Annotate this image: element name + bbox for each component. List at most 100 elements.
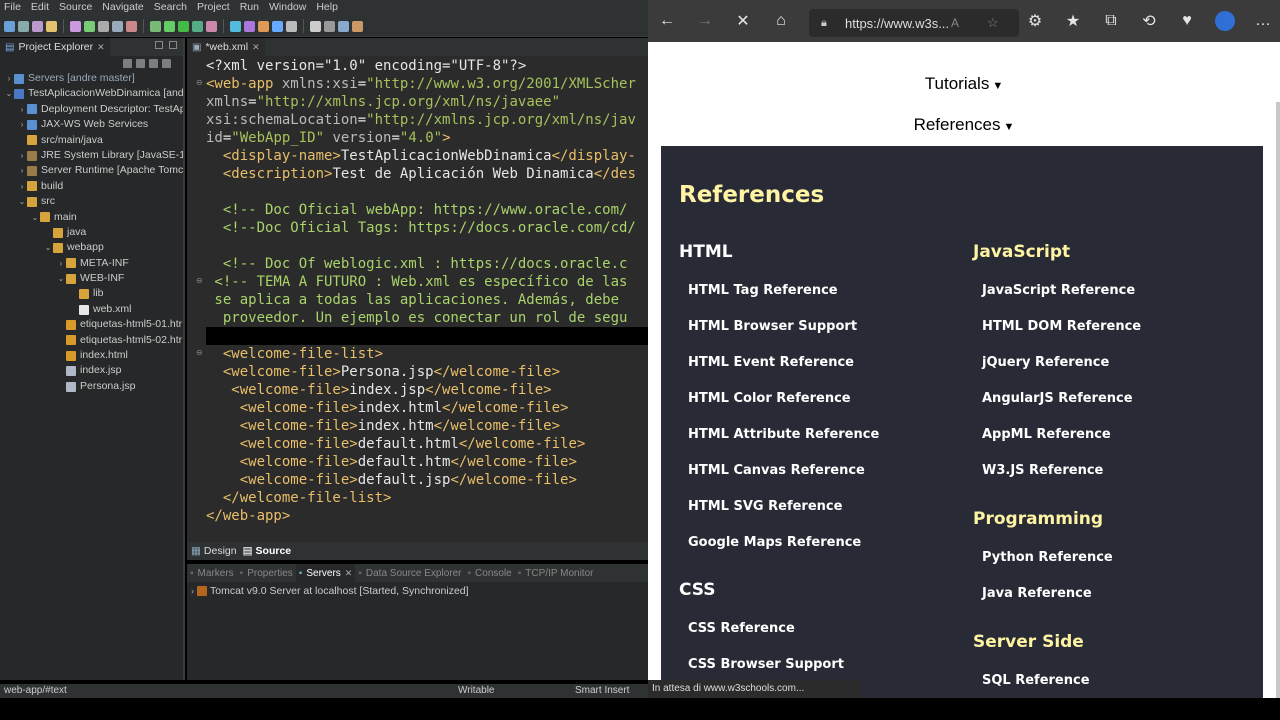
- scrollbar[interactable]: [1276, 102, 1280, 698]
- toolbar-button-icon[interactable]: [206, 20, 217, 32]
- tree-item[interactable]: etiquetas-html5-01.htr: [0, 317, 183, 332]
- minimize-icon[interactable]: [155, 41, 163, 49]
- toolbar-button-icon[interactable]: [272, 20, 283, 32]
- toolbar-button-icon[interactable]: [258, 20, 269, 32]
- expand-arrow-icon[interactable]: ›: [17, 148, 27, 163]
- expand-arrow-icon[interactable]: ›: [17, 179, 27, 194]
- server-row[interactable]: › Tomcat v9.0 Server at localhost [Start…: [187, 582, 648, 597]
- menu-item-help[interactable]: Help: [312, 0, 344, 16]
- ref-link[interactable]: Google Maps Reference: [688, 535, 861, 550]
- expand-arrow-icon[interactable]: ⌄: [56, 271, 66, 286]
- expand-arrow-icon[interactable]: ⌄: [17, 194, 27, 209]
- ref-link[interactable]: HTML Attribute Reference: [688, 427, 879, 442]
- ref-link[interactable]: HTML Color Reference: [688, 391, 851, 406]
- tree-item[interactable]: ⌄ TestAplicacionWebDinamica [andr: [0, 86, 183, 101]
- ref-link[interactable]: Java Reference: [982, 586, 1092, 601]
- ref-link[interactable]: AngularJS Reference: [982, 391, 1133, 406]
- fold-marker-icon[interactable]: ⊖: [196, 276, 203, 285]
- tab-project-explorer[interactable]: ▤ Project Explorer ✕: [0, 38, 110, 56]
- toolbar-button-icon[interactable]: [352, 20, 363, 32]
- close-icon[interactable]: ✕: [252, 42, 260, 53]
- toolbar-button-icon[interactable]: [324, 20, 335, 32]
- toolbar-button-icon[interactable]: [338, 20, 349, 32]
- toolbar-button-icon[interactable]: [230, 20, 241, 32]
- toolbar-button-icon[interactable]: [244, 20, 255, 32]
- extensions-icon[interactable]: ⚙: [1016, 0, 1054, 42]
- health-icon[interactable]: ♥: [1168, 0, 1206, 42]
- address-bar[interactable]: 🔒︎ https://www.w3s... A ☆: [809, 9, 1019, 37]
- forward-icon[interactable]: →: [686, 0, 724, 42]
- tree-item[interactable]: › META-INF: [0, 256, 183, 271]
- menu-item-file[interactable]: File: [0, 0, 27, 16]
- tree-item[interactable]: ⌄ WEB-INF: [0, 271, 183, 286]
- toolbar-button-icon[interactable]: [32, 20, 43, 32]
- ref-link[interactable]: HTML SVG Reference: [688, 499, 842, 514]
- tree-item[interactable]: ⌄ src: [0, 194, 183, 209]
- tree-item[interactable]: › JAX-WS Web Services: [0, 117, 183, 132]
- stop-icon[interactable]: ✕: [724, 0, 762, 42]
- menu-item-run[interactable]: Run: [236, 0, 265, 16]
- tree-item[interactable]: lib: [0, 286, 183, 301]
- toolbar-button-icon[interactable]: [192, 20, 203, 32]
- tree-item[interactable]: › Server Runtime [Apache Tomca: [0, 163, 183, 178]
- tree-item[interactable]: Persona.jsp: [0, 379, 183, 394]
- toolbar-button-icon[interactable]: [70, 20, 81, 32]
- tree-item[interactable]: index.jsp: [0, 363, 183, 378]
- tab-data-source-explorer[interactable]: ▪ Data Source Explorer: [355, 564, 464, 582]
- ref-link[interactable]: HTML Browser Support: [688, 319, 857, 334]
- toolbar-button-icon[interactable]: [164, 20, 175, 32]
- ref-link[interactable]: jQuery Reference: [982, 355, 1109, 370]
- tab-tcp-ip-monitor[interactable]: ▪ TCP/IP Monitor: [515, 564, 597, 582]
- toolbar-button-icon[interactable]: [4, 20, 15, 32]
- toolbar-button-icon[interactable]: [18, 20, 29, 32]
- toolbar-button-icon[interactable]: [286, 20, 297, 32]
- expand-arrow-icon[interactable]: ›: [17, 117, 27, 132]
- close-icon[interactable]: ✕: [345, 568, 353, 579]
- ref-link[interactable]: HTML Event Reference: [688, 355, 854, 370]
- focus-icon[interactable]: [149, 58, 158, 68]
- nav-tutorials[interactable]: Tutorials ▼: [648, 74, 1280, 94]
- view-menu-icon[interactable]: [162, 58, 171, 68]
- tree-item[interactable]: › JRE System Library [JavaSE-12]: [0, 148, 183, 163]
- home-icon[interactable]: ⌂: [762, 0, 800, 42]
- tab-servers[interactable]: ▪ Servers ✕: [295, 564, 356, 582]
- tree-item[interactable]: etiquetas-html5-02.htr: [0, 333, 183, 348]
- expand-arrow-icon[interactable]: ⌄: [43, 240, 53, 255]
- tree-item[interactable]: src/main/java: [0, 133, 183, 148]
- expand-arrow-icon[interactable]: ⌄: [30, 210, 40, 225]
- tree-item[interactable]: › Deployment Descriptor: TestAp: [0, 102, 183, 117]
- ref-link[interactable]: CSS Browser Support: [688, 657, 844, 672]
- tab-console[interactable]: ▪ Console: [465, 564, 515, 582]
- expand-arrow-icon[interactable]: ›: [4, 71, 14, 86]
- tree-item[interactable]: ⌄ main: [0, 210, 183, 225]
- ref-link[interactable]: JavaScript Reference: [982, 283, 1135, 298]
- tab-markers[interactable]: ▪ Markers: [187, 564, 237, 582]
- menu-item-project[interactable]: Project: [193, 0, 236, 16]
- collapse-all-icon[interactable]: [123, 58, 132, 68]
- collections-icon[interactable]: ⧉: [1092, 0, 1130, 42]
- more-icon[interactable]: …: [1244, 0, 1280, 42]
- ref-link[interactable]: HTML DOM Reference: [982, 319, 1141, 334]
- fold-marker-icon[interactable]: ⊖: [196, 78, 203, 87]
- expand-arrow-icon[interactable]: ›: [191, 586, 194, 596]
- history-icon[interactable]: ⟲: [1130, 0, 1168, 42]
- fold-marker-icon[interactable]: ⊖: [196, 348, 203, 357]
- menu-item-source[interactable]: Source: [55, 0, 98, 16]
- tree-item[interactable]: web.xml: [0, 302, 183, 317]
- ref-link[interactable]: Python Reference: [982, 550, 1113, 565]
- ref-link[interactable]: HTML Canvas Reference: [688, 463, 865, 478]
- menu-item-edit[interactable]: Edit: [27, 0, 55, 16]
- toolbar-button-icon[interactable]: [310, 20, 321, 32]
- ref-link[interactable]: SQL Reference: [982, 673, 1090, 688]
- ref-link[interactable]: AppML Reference: [982, 427, 1111, 442]
- tree-item[interactable]: › build: [0, 179, 183, 194]
- tab-properties[interactable]: ▪ Properties: [237, 564, 296, 582]
- expand-arrow-icon[interactable]: ›: [56, 256, 66, 271]
- tree-item[interactable]: index.html: [0, 348, 183, 363]
- expand-arrow-icon[interactable]: ⌄: [4, 86, 14, 101]
- ref-link[interactable]: W3.JS Reference: [982, 463, 1103, 478]
- tree-item[interactable]: › Servers [andre master]: [0, 71, 183, 86]
- tab-design[interactable]: ▦ Design: [191, 545, 237, 557]
- link-editor-icon[interactable]: [136, 58, 145, 68]
- profile-icon[interactable]: [1206, 0, 1244, 42]
